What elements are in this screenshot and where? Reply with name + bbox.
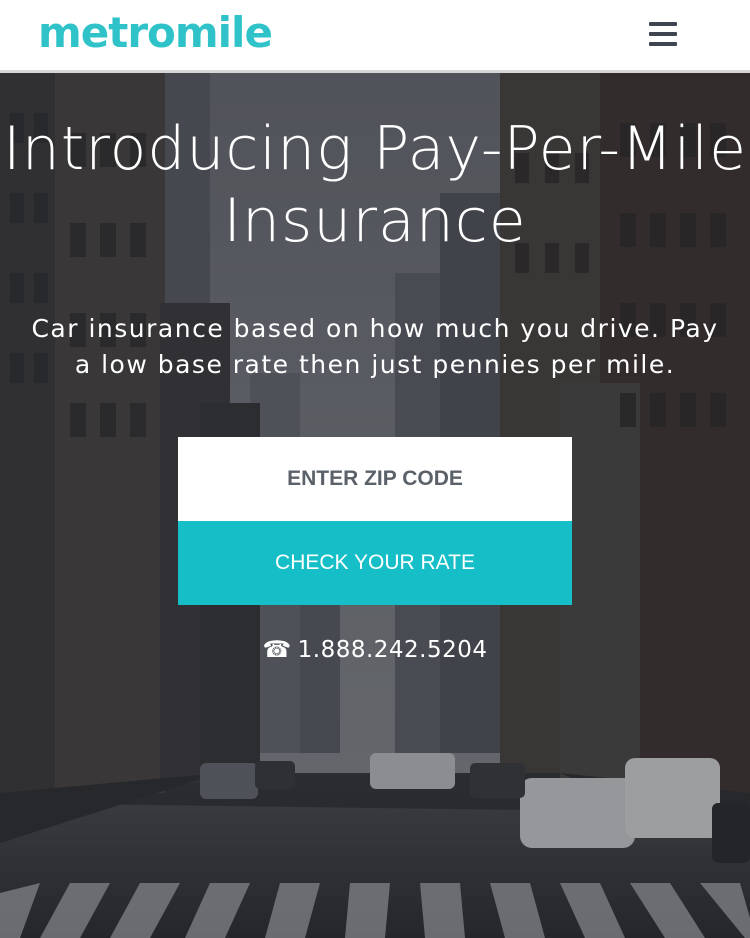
hero-headline-line1: Introducing Pay-Per-Mile	[3, 114, 747, 184]
check-your-rate-button[interactable]: CHECK YOUR RATE	[178, 521, 572, 605]
phone-number: 1.888.242.5204	[297, 637, 488, 663]
phone-link[interactable]: ☎ 1.888.242.5204	[0, 637, 750, 663]
hero-headline: Introducing Pay-Per-Mile Insurance	[0, 113, 750, 257]
site-header: metromile	[0, 0, 750, 73]
hero-subheading: Car insurance based on how much you driv…	[31, 314, 719, 379]
hero-headline-line2: Insurance	[223, 186, 527, 256]
metromile-logo[interactable]: metromile	[38, 8, 273, 57]
phone-icon: ☎	[262, 637, 292, 663]
hamburger-menu-icon[interactable]	[644, 20, 682, 48]
zip-code-input[interactable]	[178, 437, 572, 521]
hero-section: Introducing Pay-Per-Mile Insurance Car i…	[0, 73, 750, 938]
